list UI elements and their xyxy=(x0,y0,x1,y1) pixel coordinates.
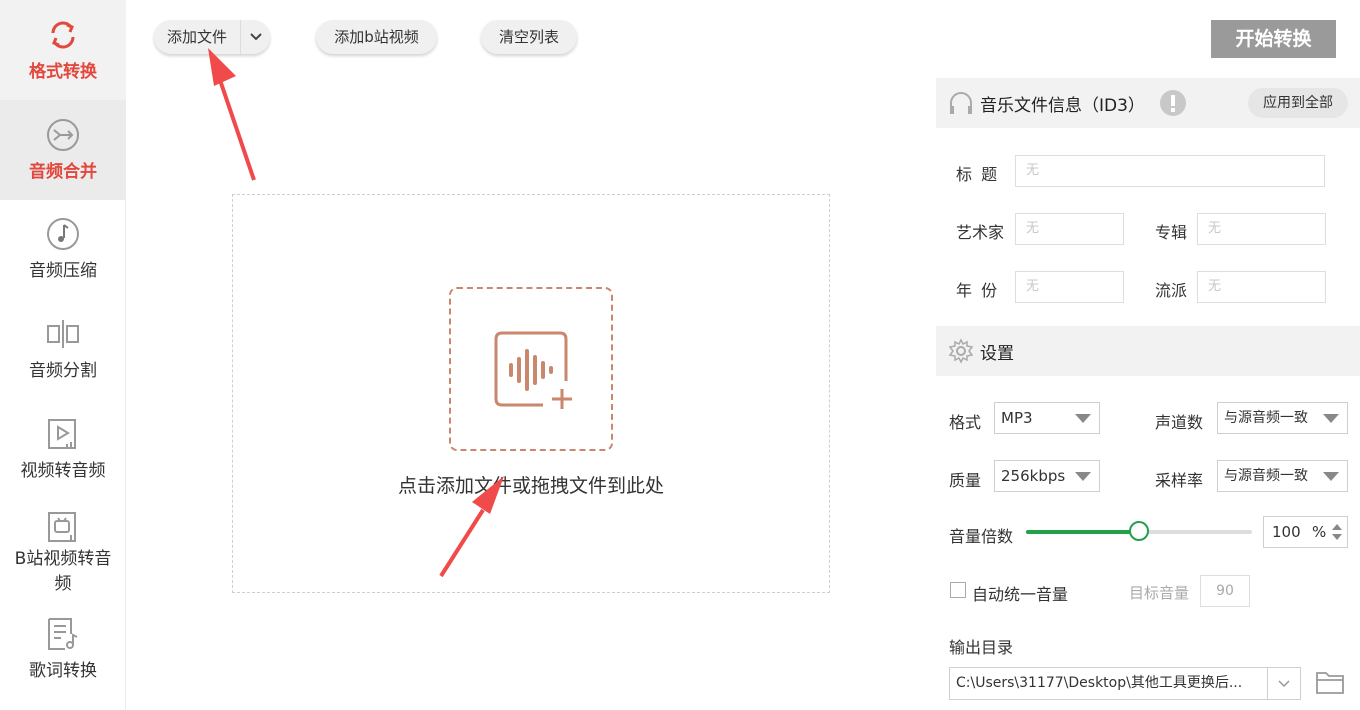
quality-value: 256kbps xyxy=(1001,467,1066,485)
volume-spinbox[interactable]: 100 % xyxy=(1263,516,1348,548)
music-note-icon xyxy=(47,218,79,250)
sidebar-item-label: 格式转换 xyxy=(29,62,97,82)
folder-icon[interactable] xyxy=(1315,668,1345,696)
volume-label: 音量倍数 xyxy=(949,527,1014,546)
add-bilibili-video-button[interactable]: 添加b站视频 xyxy=(316,20,437,54)
artist-label: 艺术家 xyxy=(956,223,1005,242)
format-label: 格式 xyxy=(949,413,982,432)
sidebar-item-label: B站视频转音 xyxy=(14,549,112,569)
volume-value: 100 xyxy=(1272,523,1301,541)
auto-volume-label: 自动统一音量 xyxy=(972,585,1069,604)
gear-icon xyxy=(948,338,974,364)
sidebar-item-lyrics[interactable]: 歌词转换 xyxy=(0,604,126,710)
format-select[interactable]: MP3 xyxy=(994,402,1100,434)
dropdown-arrow-icon xyxy=(1323,472,1339,481)
genre-field[interactable]: 无 xyxy=(1197,271,1326,303)
volume-slider-handle[interactable] xyxy=(1129,521,1149,541)
dropdown-arrow-icon xyxy=(1075,414,1091,423)
sidebar-item-label: 视频转音频 xyxy=(20,461,106,481)
quality-select[interactable]: 256kbps xyxy=(994,460,1100,492)
sidebar-item-audio-compress[interactable]: 音频压缩 xyxy=(0,200,126,300)
add-audio-file-box[interactable] xyxy=(449,287,613,451)
output-path-value: C:\Users\31177\Desktop\其他工具更换后... xyxy=(956,675,1243,691)
settings-title: 设置 xyxy=(980,343,1014,364)
info-alert-icon[interactable] xyxy=(1159,89,1187,117)
channels-select[interactable]: 与源音频一致 xyxy=(1217,402,1348,434)
start-convert-button[interactable]: 开始转换 xyxy=(1211,20,1336,58)
sidebar-item-video-to-audio[interactable]: 视频转音频 xyxy=(0,400,126,500)
genre-label: 流派 xyxy=(1155,281,1188,300)
year-field[interactable]: 无 xyxy=(1015,271,1124,303)
format-value: MP3 xyxy=(1001,409,1033,427)
title-label: 标 题 xyxy=(956,165,1000,184)
headphones-icon xyxy=(950,92,972,114)
output-path-field[interactable]: C:\Users\31177\Desktop\其他工具更换后... xyxy=(949,667,1301,700)
id3-section-header: 音乐文件信息（ID3） 应用到全部 xyxy=(936,78,1360,128)
volume-slider-fill xyxy=(1026,530,1139,534)
lyrics-icon xyxy=(48,618,78,650)
sidebar-item-audio-split[interactable]: 音频分割 xyxy=(0,300,126,400)
sidebar-item-bilibili-to-audio[interactable]: B站视频转音 频 xyxy=(0,500,126,604)
chevron-down-icon[interactable] xyxy=(240,20,270,54)
samplerate-label: 采样率 xyxy=(1155,471,1204,490)
output-dir-label: 输出目录 xyxy=(949,638,1014,657)
drop-hint-text: 点击添加文件或拖拽文件到此处 xyxy=(397,475,664,497)
album-label: 专辑 xyxy=(1155,223,1188,242)
dropdown-arrow-icon xyxy=(1323,414,1339,423)
channels-value: 与源音频一致 xyxy=(1224,410,1308,426)
app-window: 格式转换 音频合并 音频压缩 音频分割 视频转音频 B站视频转音 频 歌词转换 … xyxy=(0,0,1360,710)
apply-to-all-button[interactable]: 应用到全部 xyxy=(1248,88,1348,118)
file-drop-zone[interactable]: 点击添加文件或拖拽文件到此处 xyxy=(232,194,830,593)
add-file-label: 添加文件 xyxy=(166,28,227,46)
video-audio-icon xyxy=(48,419,76,449)
sidebar-item-label-line2: 频 xyxy=(54,574,72,594)
sidebar-item-format-convert[interactable]: 格式转换 xyxy=(0,0,126,100)
album-field[interactable]: 无 xyxy=(1197,213,1326,245)
chevron-down-icon[interactable] xyxy=(1267,668,1300,699)
artist-field[interactable]: 无 xyxy=(1015,213,1124,245)
volume-unit: % xyxy=(1312,523,1327,541)
clear-list-button[interactable]: 清空列表 xyxy=(481,20,577,54)
dropdown-arrow-icon xyxy=(1075,472,1091,481)
settings-section-header: 设置 xyxy=(936,326,1360,376)
year-label: 年 份 xyxy=(956,281,1000,300)
sidebar-item-label: 歌词转换 xyxy=(29,661,97,681)
sidebar-item-label: 音频合并 xyxy=(29,162,97,182)
sidebar-item-label: 音频压缩 xyxy=(29,261,97,281)
id3-title: 音乐文件信息（ID3） xyxy=(980,95,1145,116)
refresh-icon xyxy=(51,21,75,49)
target-volume-label: 目标音量 xyxy=(1129,584,1190,602)
split-icon xyxy=(47,320,79,348)
spin-arrows-icon[interactable] xyxy=(1331,522,1343,542)
samplerate-value: 与源音频一致 xyxy=(1224,468,1308,484)
auto-volume-checkbox[interactable] xyxy=(950,582,966,598)
bilibili-tv-icon xyxy=(48,512,76,542)
volume-slider[interactable] xyxy=(1026,521,1252,541)
merge-icon xyxy=(47,119,79,151)
target-volume-field[interactable]: 90 xyxy=(1200,575,1250,607)
arrow-annotation-icon xyxy=(208,48,256,181)
sidebar-item-label: 音频分割 xyxy=(29,361,97,381)
channels-label: 声道数 xyxy=(1155,413,1204,432)
audio-file-add-icon xyxy=(494,331,572,409)
quality-label: 质量 xyxy=(949,471,982,490)
title-field[interactable]: 无 xyxy=(1015,155,1325,187)
sidebar: 格式转换 音频合并 音频压缩 音频分割 视频转音频 B站视频转音 频 歌词转换 xyxy=(0,0,126,710)
samplerate-select[interactable]: 与源音频一致 xyxy=(1217,460,1348,492)
sidebar-item-audio-merge[interactable]: 音频合并 xyxy=(0,100,126,200)
add-file-button[interactable]: 添加文件 xyxy=(154,20,270,54)
